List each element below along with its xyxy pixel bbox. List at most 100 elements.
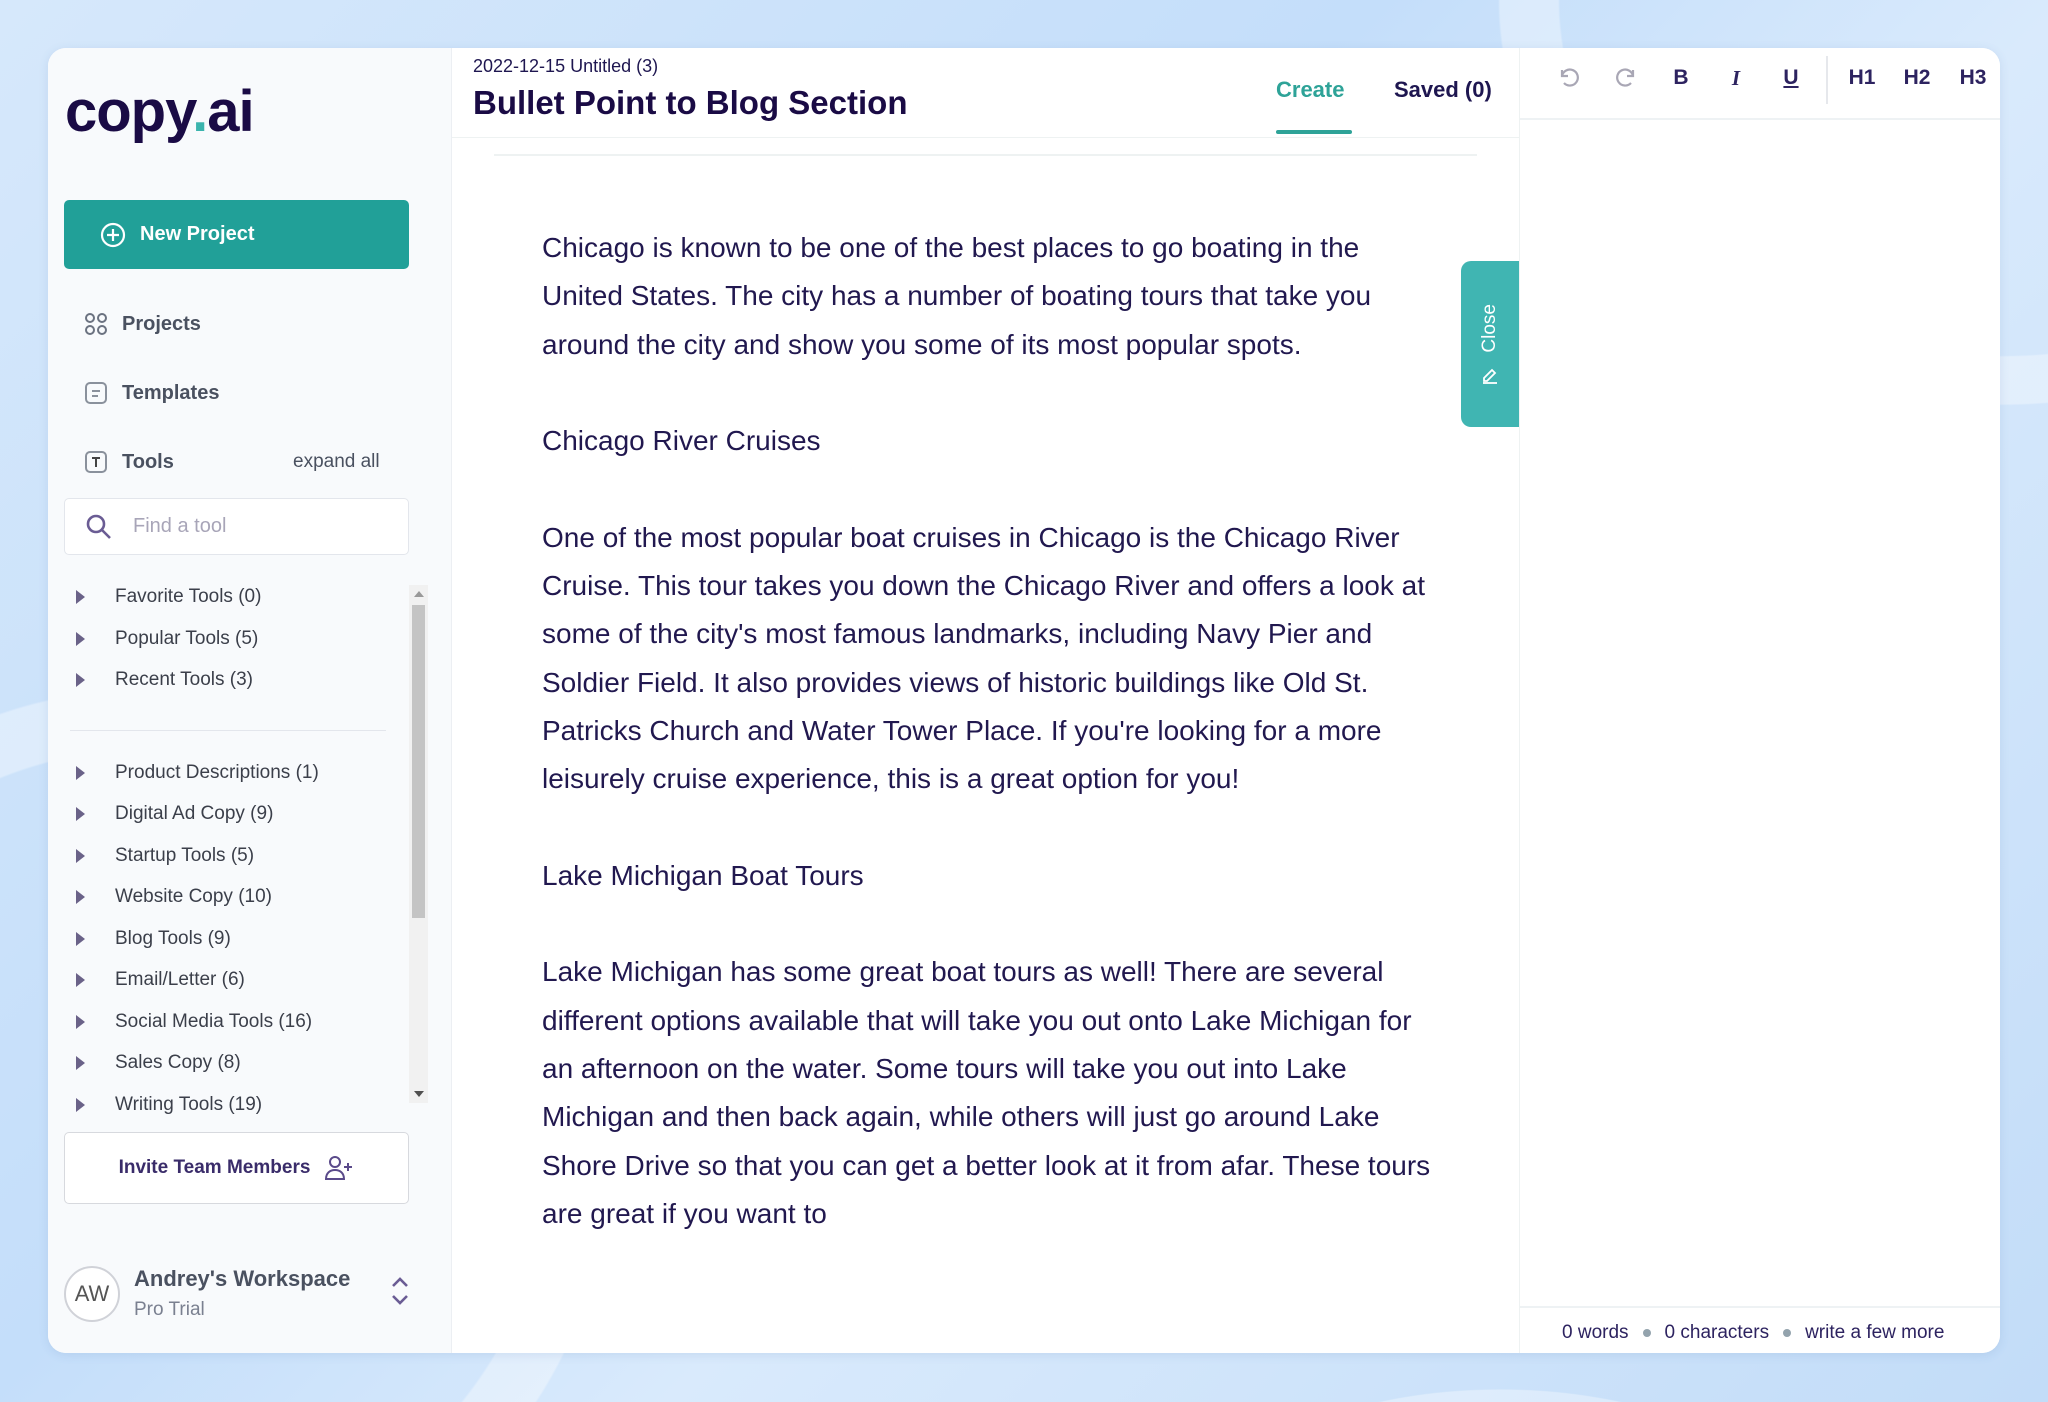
workspace-switcher-icon[interactable]: [390, 1274, 410, 1313]
caret-right-icon: [76, 973, 85, 987]
invite-label: Invite Team Members: [118, 1157, 311, 1178]
caret-right-icon: [76, 807, 85, 821]
pencil-icon: [1483, 369, 1497, 385]
sidebar: copy.ai New Project Projects Templates T…: [48, 48, 452, 1353]
caret-right-icon: [76, 1098, 85, 1112]
divider: [1520, 118, 2000, 120]
underline-button[interactable]: U: [1776, 63, 1806, 93]
tool-group-label: Digital Ad Copy (9): [115, 803, 274, 824]
sidebar-item-label: Templates: [122, 381, 220, 404]
tool-group-item[interactable]: Website Copy (10): [76, 885, 272, 909]
close-label: Close: [1479, 303, 1500, 353]
tool-group-favorite[interactable]: Favorite Tools (0): [76, 585, 261, 609]
divider: [452, 137, 1519, 138]
caret-right-icon: [76, 932, 85, 946]
tool-group-popular[interactable]: Popular Tools (5): [76, 627, 258, 651]
tool-group-label: Startup Tools (5): [115, 845, 255, 866]
page-title: Bullet Point to Blog Section: [473, 84, 908, 121]
tool-group-label: Product Descriptions (1): [115, 762, 319, 783]
tool-group-item[interactable]: Startup Tools (5): [76, 844, 254, 868]
redo-icon: [1616, 68, 1635, 87]
h2-button[interactable]: H2: [1900, 63, 1934, 93]
caret-right-icon: [76, 673, 85, 687]
scrollbar-thumb[interactable]: [412, 605, 425, 918]
tool-group-item[interactable]: Email/Letter (6): [76, 968, 245, 992]
sidebar-item-label: Projects: [122, 312, 201, 335]
italic-button[interactable]: I: [1721, 63, 1751, 93]
template-icon: [84, 381, 108, 405]
project-name[interactable]: 2022-12-15 Untitled (3): [473, 56, 658, 77]
tool-group-label: Blog Tools (9): [115, 928, 231, 949]
tool-group-label: Recent Tools (3): [115, 669, 253, 690]
character-count: 0 characters: [1664, 1322, 1770, 1343]
new-project-label: New Project: [140, 223, 255, 245]
divider: [494, 154, 1477, 156]
app-window: copy.ai New Project Projects Templates T…: [48, 48, 2000, 1353]
caret-right-icon: [76, 1056, 85, 1070]
section-heading: Chicago River Cruises: [542, 425, 821, 457]
sidebar-item-templates[interactable]: Templates: [84, 381, 219, 405]
tool-search[interactable]: [64, 498, 409, 555]
active-tab-indicator: [1276, 130, 1352, 134]
tool-group-label: Sales Copy (8): [115, 1052, 241, 1073]
separator-dot: [1642, 1329, 1651, 1337]
bold-button[interactable]: B: [1666, 63, 1696, 93]
new-project-button[interactable]: New Project: [64, 200, 409, 269]
add-user-icon: [325, 1156, 353, 1180]
tool-group-item[interactable]: Blog Tools (9): [76, 927, 231, 951]
tool-group-label: Favorite Tools (0): [115, 586, 262, 607]
caret-right-icon: [76, 632, 85, 646]
close-panel-button[interactable]: Close: [1461, 261, 1519, 427]
paragraph: Chicago is known to be one of the best p…: [542, 232, 1372, 360]
logo-text: copy: [65, 79, 193, 144]
editor-status-bar: 0 words 0 characters write a few more: [1562, 1322, 1944, 1344]
tool-group-label: Website Copy (10): [115, 886, 272, 907]
tool-list: Favorite Tools (0) Popular Tools (5) Rec…: [48, 585, 408, 1121]
logo-dot: .: [192, 79, 208, 144]
scroll-down-icon[interactable]: [414, 1091, 424, 1097]
tool-group-item[interactable]: Digital Ad Copy (9): [76, 802, 273, 826]
sidebar-item-projects[interactable]: Projects: [84, 312, 201, 336]
invite-team-members-button[interactable]: Invite Team Members: [64, 1132, 409, 1204]
undo-icon: [1560, 68, 1579, 87]
paragraph: Lake Michigan has some great boat tours …: [542, 956, 1431, 1229]
toolbar-divider: [1826, 56, 1828, 104]
grid-icon: [84, 312, 108, 336]
tool-group-item[interactable]: Social Media Tools (16): [76, 1010, 312, 1034]
workspace-plan: Pro Trial: [134, 1299, 205, 1320]
separator-dot: [1783, 1329, 1792, 1337]
tool-group-label: Writing Tools (19): [115, 1094, 263, 1115]
sidebar-item-label: Tools: [122, 450, 174, 473]
tab-create[interactable]: Create: [1276, 77, 1344, 103]
tool-group-item[interactable]: Writing Tools (19): [76, 1093, 262, 1117]
section-heading: Lake Michigan Boat Tours: [542, 859, 864, 891]
writing-hint: write a few more: [1805, 1322, 1945, 1343]
tool-group-recent[interactable]: Recent Tools (3): [76, 668, 253, 692]
sidebar-item-tools[interactable]: Tools: [84, 450, 174, 474]
tool-group-label: Popular Tools (5): [115, 628, 259, 649]
editor-panel: B I U H1 H2 H3 0 words 0 characters writ…: [1519, 48, 2000, 1353]
avatar[interactable]: AW: [64, 1266, 120, 1322]
tool-group-item[interactable]: Product Descriptions (1): [76, 761, 319, 785]
divider: [1520, 1306, 2000, 1308]
tool-group-item[interactable]: Sales Copy (8): [76, 1051, 241, 1075]
generated-content[interactable]: Chicago is known to be one of the best p…: [542, 224, 1442, 1287]
workspace-name[interactable]: Andrey's Workspace: [134, 1266, 350, 1292]
redo-button[interactable]: [1611, 63, 1641, 93]
plus-circle-icon: [100, 222, 126, 247]
h1-button[interactable]: H1: [1845, 63, 1879, 93]
undo-button[interactable]: [1554, 63, 1584, 93]
scroll-up-icon[interactable]: [414, 591, 424, 597]
tool-list-scrollbar[interactable]: [409, 585, 428, 1103]
caret-right-icon: [76, 590, 85, 604]
expand-all-link[interactable]: expand all: [293, 451, 380, 473]
tool-group-label: Email/Letter (6): [115, 969, 245, 990]
caret-right-icon: [76, 890, 85, 904]
tab-saved[interactable]: Saved (0): [1394, 77, 1492, 103]
copyai-logo[interactable]: copy.ai: [65, 78, 255, 145]
tool-group-label: Social Media Tools (16): [115, 1011, 313, 1032]
h3-button[interactable]: H3: [1956, 63, 1990, 93]
tools-icon: [84, 450, 108, 474]
find-tool-input[interactable]: [133, 515, 373, 538]
word-count: 0 words: [1562, 1322, 1629, 1343]
